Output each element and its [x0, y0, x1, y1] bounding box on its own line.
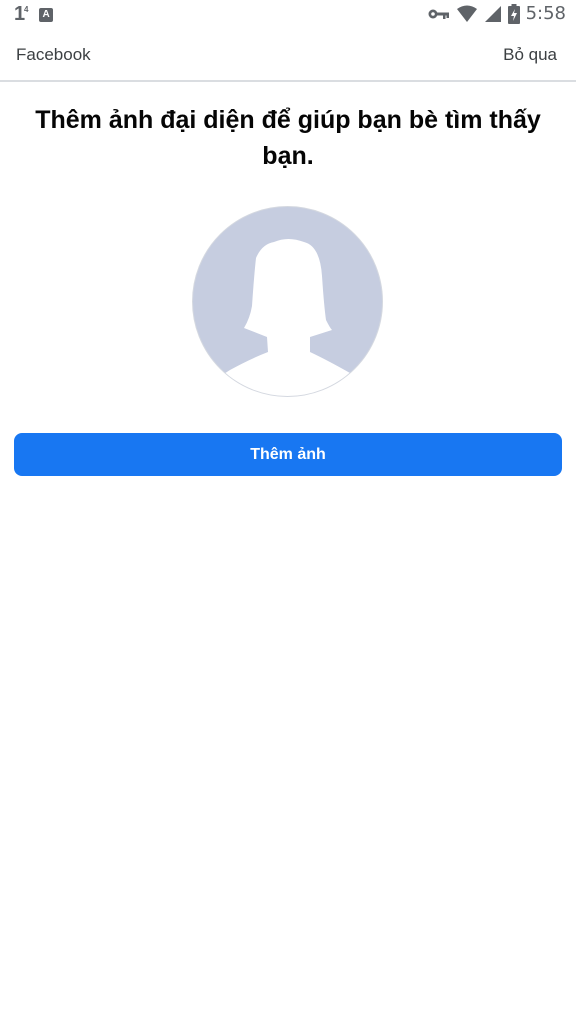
battery-icon — [507, 3, 520, 24]
header-title: Facebook — [16, 45, 91, 64]
app-notification-letter: A — [42, 9, 50, 20]
add-photo-button[interactable]: Thêm ảnh — [14, 433, 562, 476]
default-profile-avatar — [192, 206, 383, 397]
header-bar: Facebook Bỏ qua — [0, 30, 576, 82]
notification-count-icon: 14 — [14, 3, 29, 26]
wifi-icon — [456, 5, 477, 22]
signal-icon — [484, 5, 501, 22]
notification-superscript: 4 — [24, 5, 29, 14]
status-time: 5:58 — [525, 3, 566, 24]
page-headline: Thêm ảnh đại diện để giúp bạn bè tìm thấ… — [35, 106, 541, 170]
status-bar: 14 A 5:58 — [0, 0, 576, 30]
app-notification-icon: A — [39, 7, 54, 22]
key-icon — [428, 9, 449, 19]
skip-button[interactable]: Bỏ qua — [503, 45, 557, 65]
